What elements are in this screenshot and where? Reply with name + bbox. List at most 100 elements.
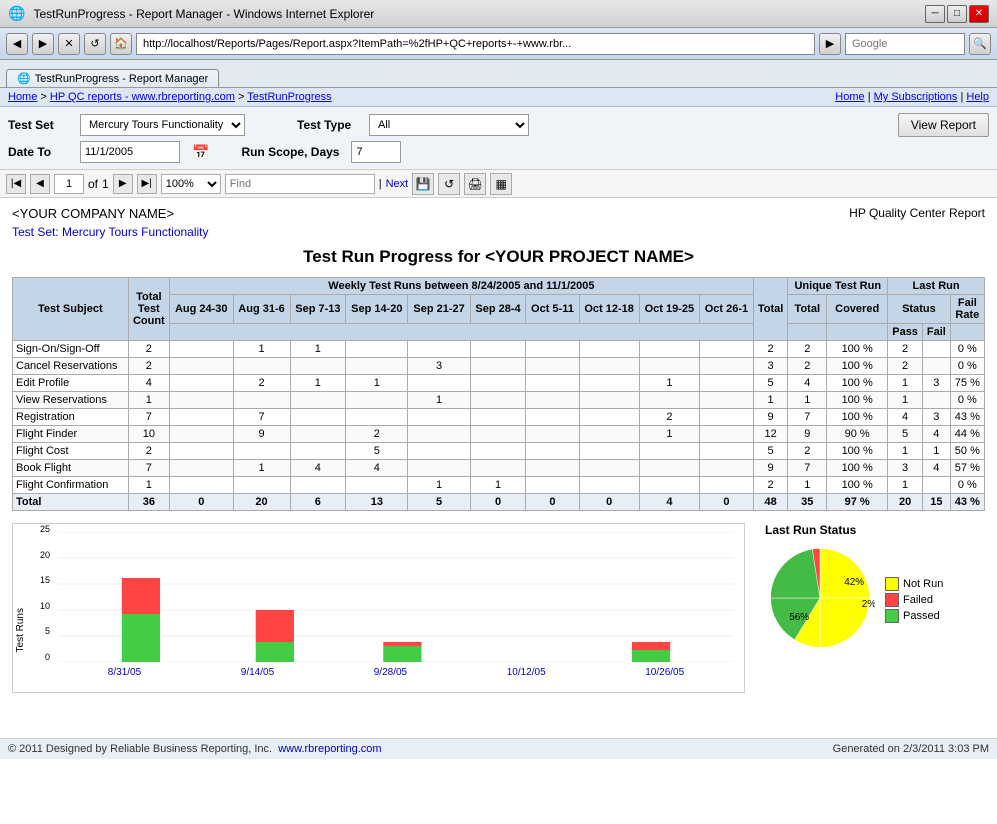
last-page-button[interactable]: ▶| [137, 174, 157, 194]
help-link[interactable]: Help [966, 91, 989, 103]
col-header-total: Total [753, 278, 788, 341]
table-row: Registration77297100 %4343 % [13, 409, 985, 426]
test-set-label: Test Set [8, 118, 68, 132]
table-row: Edit Profile4211154100 %1375 % [13, 375, 985, 392]
footer-generated: Generated on 2/3/2011 3:03 PM [833, 743, 989, 755]
run-scope-input[interactable] [351, 141, 401, 163]
col-header-test-subject: Test Subject [13, 278, 129, 341]
pie-chart-svg: 42% 2% 56% [765, 543, 875, 653]
col-oct-26: Oct 26-1 [700, 295, 754, 324]
view-report-button[interactable]: View Report [898, 113, 989, 137]
not-run-label: Not Run [903, 578, 943, 590]
failed-swatch [885, 593, 899, 607]
breadcrumb-current-link[interactable]: TestRunProgress [247, 91, 331, 103]
bar-passed-5 [632, 650, 670, 662]
pie-legend: Not Run Failed Passed [885, 577, 943, 625]
window-controls: ─ □ ✕ [925, 5, 989, 23]
export-button[interactable]: 💾 [412, 173, 434, 195]
page-footer: © 2011 Designed by Reliable Business Rep… [0, 738, 997, 759]
col-header-weekly: Weekly Test Runs between 8/24/2005 and 1… [170, 278, 754, 295]
bar-failed-3 [383, 642, 421, 646]
browser-nav: ◀ ▶ ✕ ↺ 🏠 ▶ 🔍 [0, 28, 997, 60]
find-sep: | [379, 178, 382, 190]
search-go-button[interactable]: 🔍 [969, 33, 991, 55]
zoom-select[interactable]: 100% [161, 174, 221, 194]
home-button[interactable]: 🏠 [110, 33, 132, 55]
date-to-input[interactable] [80, 141, 180, 163]
pie-section: Last Run Status 42% 2% [765, 523, 985, 653]
page-of-label: of [88, 177, 98, 191]
test-set-info-label: Test Set: Mercury Tours Functionality [12, 225, 985, 239]
refresh-report-button[interactable]: ↺ [438, 173, 460, 195]
print-button[interactable]: 🖨 [464, 173, 486, 195]
col-status: Status [888, 295, 951, 324]
not-run-swatch [885, 577, 899, 591]
table-row: Cancel Reservations2332100 %20 % [13, 358, 985, 375]
page-total-label: 1 [102, 177, 109, 191]
table-row: Book Flight714497100 %3457 % [13, 460, 985, 477]
col-oct-5: Oct 5-11 [526, 295, 579, 324]
col-fail-rate: FailRate [950, 295, 984, 324]
passed-label: Passed [903, 610, 940, 622]
test-set-select[interactable]: Mercury Tours Functionality [80, 114, 245, 136]
breadcrumb-right: Home | My Subscriptions | Help [835, 91, 989, 103]
address-bar[interactable] [136, 33, 815, 55]
col-header-last-run: Last Run [888, 278, 985, 295]
run-scope-label: Run Scope, Days [241, 145, 339, 159]
find-next-label[interactable]: Next [386, 178, 409, 190]
find-input[interactable] [225, 174, 375, 194]
active-tab[interactable]: 🌐 TestRunProgress - Report Manager [6, 69, 219, 87]
passed-swatch [885, 609, 899, 623]
report-title: Test Run Progress for <YOUR PROJECT NAME… [12, 247, 985, 267]
col-sep-28: Sep 28-4 [470, 295, 526, 324]
calendar-icon[interactable]: 📅 [192, 144, 209, 161]
stop-button[interactable]: ✕ [58, 33, 80, 55]
close-button[interactable]: ✕ [969, 5, 989, 23]
prev-page-button[interactable]: ◀ [30, 174, 50, 194]
layout-button[interactable]: ▦ [490, 173, 512, 195]
bar-failed-2 [256, 610, 294, 642]
svg-text:56%: 56% [789, 612, 809, 623]
y-axis-label: Test Runs [15, 608, 26, 652]
pie-chart-title: Last Run Status [765, 523, 985, 537]
breadcrumb-bar: Home > HP QC reports - www.rbreporting.c… [0, 88, 997, 107]
minimize-button[interactable]: ─ [925, 5, 945, 23]
tab-label: TestRunProgress - Report Manager [35, 73, 209, 85]
bar-passed-3 [383, 646, 421, 662]
forward-button[interactable]: ▶ [32, 33, 54, 55]
back-button[interactable]: ◀ [6, 33, 28, 55]
failed-label: Failed [903, 594, 933, 606]
my-subscriptions-link[interactable]: My Subscriptions [874, 91, 958, 103]
refresh-button[interactable]: ↺ [84, 33, 106, 55]
browser-title-text: TestRunProgress - Report Manager - Windo… [33, 7, 374, 21]
col-fail: Fail [923, 324, 951, 341]
report-content: <YOUR COMPANY NAME> HP Quality Center Re… [0, 198, 997, 738]
bar-passed-2 [256, 642, 294, 662]
page-number-input[interactable] [54, 174, 84, 194]
breadcrumb-qc-link[interactable]: HP QC reports - www.rbreporting.com [50, 91, 235, 103]
test-type-select[interactable]: All [369, 114, 529, 136]
table-row: Flight Finder1092112990 %5444 % [13, 426, 985, 443]
footer-link[interactable]: www.rbreporting.com [278, 743, 381, 755]
table-row: Flight Confirmation11121100 %10 % [13, 477, 985, 494]
hp-quality-center-label: HP Quality Center Report [849, 206, 985, 220]
col-oct-12: Oct 12-18 [579, 295, 639, 324]
col-u-total: Total [788, 295, 827, 324]
browser-title-bar: 🌐 TestRunProgress - Report Manager - Win… [0, 0, 997, 28]
bar-chart-svg [58, 532, 734, 662]
data-table: Test Subject TotalTestCount Weekly Test … [12, 277, 985, 511]
table-row: Sign-On/Sign-Off21122100 %20 % [13, 341, 985, 358]
col-aug-31: Aug 31-6 [233, 295, 290, 324]
next-page-button[interactable]: ▶ [113, 174, 133, 194]
breadcrumb-home-link[interactable]: Home [8, 91, 37, 103]
company-header: <YOUR COMPANY NAME> HP Quality Center Re… [12, 206, 985, 221]
go-button[interactable]: ▶ [819, 33, 841, 55]
search-box[interactable] [845, 33, 965, 55]
legend-passed: Passed [885, 609, 943, 623]
col-sep-21: Sep 21-27 [408, 295, 470, 324]
maximize-button[interactable]: □ [947, 5, 967, 23]
tab-icon: 🌐 [17, 72, 31, 85]
test-type-label: Test Type [297, 118, 357, 132]
first-page-button[interactable]: |◀ [6, 174, 26, 194]
breadcrumb-right-home[interactable]: Home [835, 91, 864, 103]
